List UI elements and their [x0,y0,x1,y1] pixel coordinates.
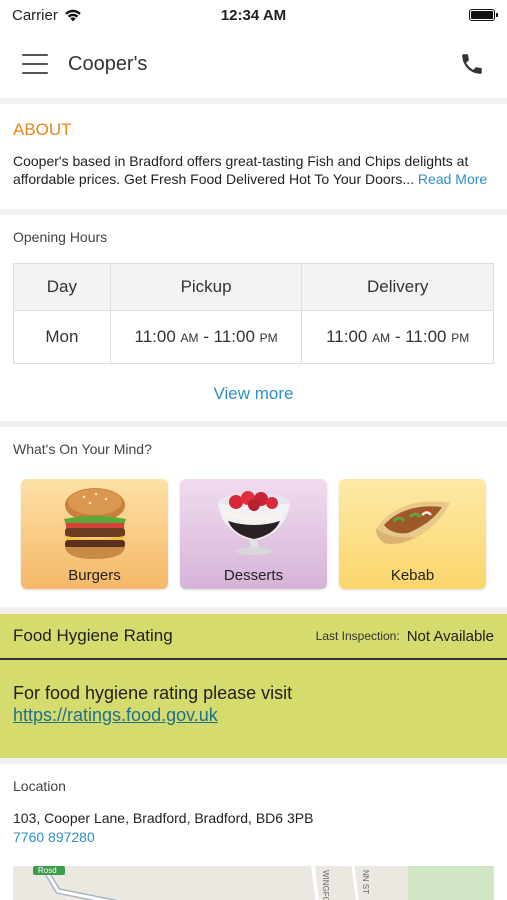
hygiene-body-text: For food hygiene rating please visit [13,683,293,703]
category-label: Burgers [68,567,121,584]
delivery-cell: 11:00 AM - 11:00 PM [301,310,494,364]
header-pickup: Pickup [109,263,303,311]
header-day: Day [13,263,111,311]
kebab-icon [375,501,450,545]
dessert-icon [217,491,290,555]
phone-icon[interactable] [459,51,485,77]
hygiene-rating-link[interactable]: https://ratings.food.gov.uk [13,704,494,726]
nav-bar: Cooper's [0,30,507,98]
about-text: Cooper's based in Bradford offers great-… [13,152,494,188]
category-tile-desserts[interactable]: Desserts [180,479,327,589]
map-label-street: WINGFORD [321,870,330,900]
hygiene-section: Food Hygiene Rating Last Inspection: Not… [0,614,507,758]
battery-icon [469,9,498,21]
wifi-icon [65,9,81,21]
categories-section: What's On Your Mind? Burgers Desserts Ke… [0,427,507,607]
carrier-label: Carrier [12,6,58,24]
pickup-cell: 11:00 AM - 11:00 PM [109,310,303,364]
address-text: 103, Cooper Lane, Bradford, Bradford, BD… [13,810,314,826]
day-cell: Mon [13,310,111,364]
location-map[interactable]: Rosd WINGFORD NN ST [13,866,494,900]
menu-icon[interactable] [22,54,48,74]
status-right [335,9,498,21]
location-label: Location [13,778,66,794]
status-left: Carrier [12,7,172,24]
about-section: ABOUT Cooper's based in Bradford offers … [0,104,507,209]
category-tile-kebab[interactable]: Kebab [339,479,486,589]
hygiene-body: For food hygiene rating please visit htt… [0,660,507,726]
map-graphic [13,866,494,900]
categories-label: What's On Your Mind? [13,441,152,457]
table-row: Mon 11:00 AM - 11:00 PM 11:00 AM - 11:00… [13,310,494,364]
burger-icon [63,488,126,559]
read-more-link[interactable]: Read More [418,171,487,187]
header-delivery: Delivery [301,263,494,311]
status-time: 12:34 AM [220,6,287,24]
page-title: Cooper's [68,52,148,75]
hours-header-row: Day Pickup Delivery [13,263,494,311]
about-description: Cooper's based in Bradford offers great-… [13,153,469,187]
hours-table: Day Pickup Delivery Mon 11:00 AM - 11:00… [13,263,494,364]
status-bar: Carrier 12:34 AM [0,0,507,30]
map-label-street-2: NN ST [361,870,370,894]
map-label-road: Rosd [38,866,57,875]
phone-number-link[interactable]: 7760 897280 [13,829,494,845]
opening-hours-section: Opening Hours Day Pickup Delivery Mon 11… [0,215,507,421]
last-inspection-label: Last Inspection: [315,629,400,643]
category-tile-burgers[interactable]: Burgers [21,479,168,589]
about-title: ABOUT [13,120,72,139]
category-tiles: Burgers Desserts Kebab [13,479,494,589]
category-label: Kebab [390,567,435,584]
view-more-link[interactable]: View more [13,384,494,404]
last-inspection-value: Not Available [406,627,494,645]
opening-hours-label: Opening Hours [13,229,108,245]
category-label: Desserts [223,567,284,584]
hygiene-title: Food Hygiene Rating [13,626,173,645]
location-section: Location 103, Cooper Lane, Bradford, Bra… [0,764,507,900]
hygiene-header: Food Hygiene Rating Last Inspection: Not… [0,614,507,660]
